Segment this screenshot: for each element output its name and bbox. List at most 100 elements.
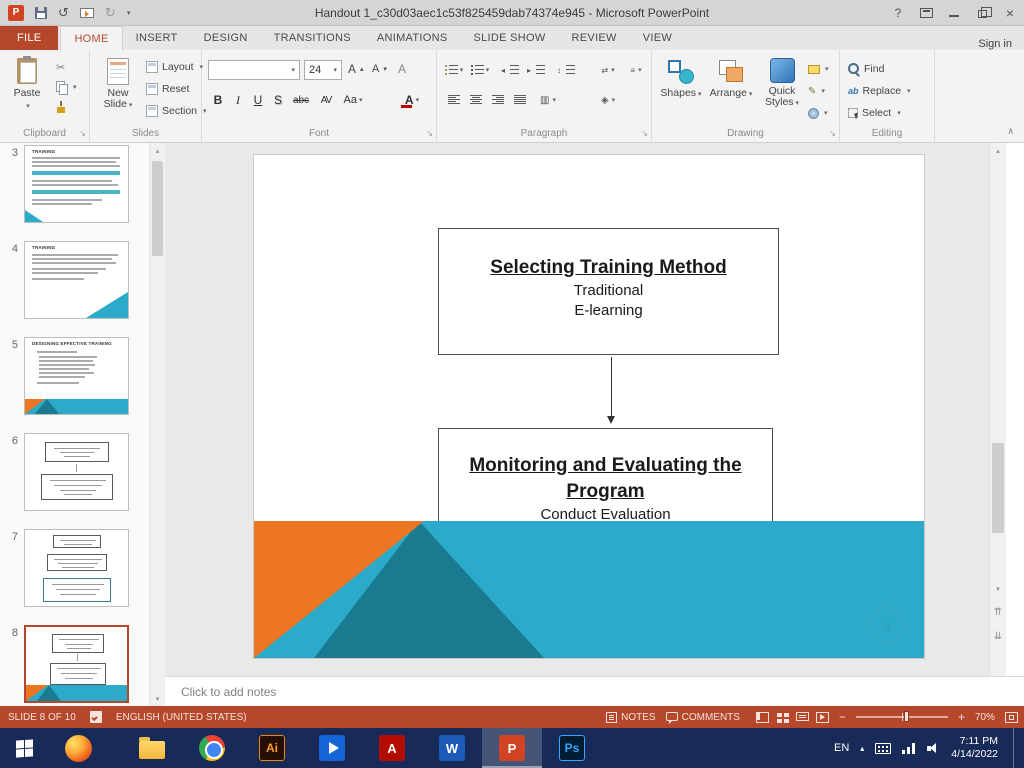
align-left-button[interactable] <box>443 91 465 109</box>
volume-icon[interactable] <box>927 742 940 754</box>
slideshow-view-icon[interactable] <box>816 712 829 723</box>
zoom-percentage[interactable]: 70% <box>975 712 995 723</box>
italic-button[interactable]: I <box>228 90 248 110</box>
show-desktop-button[interactable] <box>1013 728 1018 768</box>
shape-outline-button[interactable]: ✎▾ <box>808 82 838 100</box>
restore-button[interactable] <box>968 0 996 25</box>
tab-view[interactable]: VIEW <box>630 26 685 50</box>
taskbar-illustrator-button[interactable]: Ai <box>242 728 302 768</box>
taskbar-word-button[interactable]: W <box>422 728 482 768</box>
zoom-slider[interactable] <box>856 716 948 718</box>
tab-review[interactable]: REVIEW <box>559 26 630 50</box>
paragraph-dialog-launcher-icon[interactable]: ↘ <box>641 129 648 138</box>
help-button[interactable]: ? <box>884 0 912 25</box>
grow-font-button[interactable]: A▴ <box>348 60 364 78</box>
clear-formatting-button[interactable]: A <box>398 60 406 78</box>
redo-icon[interactable]: ↻ <box>105 6 116 19</box>
change-case-button[interactable]: Aa▾ <box>340 90 366 110</box>
start-button[interactable] <box>0 728 48 768</box>
comments-toggle-button[interactable]: COMMENTS <box>666 712 740 723</box>
close-button[interactable]: × <box>996 0 1024 25</box>
tab-insert[interactable]: INSERT <box>123 26 191 50</box>
paste-button[interactable]: Paste▾ <box>4 55 50 129</box>
notes-toggle-button[interactable]: NOTES <box>606 712 655 723</box>
taskbar-powerpoint-button[interactable]: P <box>482 728 542 768</box>
slide-canvas[interactable]: Selecting Training Method Traditional E-… <box>254 155 924 658</box>
select-button[interactable]: Select▾ <box>848 104 901 122</box>
taskbar-firefox-button[interactable] <box>48 728 108 768</box>
taskbar-chrome-button[interactable] <box>182 728 242 768</box>
numbering-button[interactable]: ▾ <box>469 61 491 79</box>
character-spacing-button[interactable]: AV <box>316 90 336 110</box>
zoom-in-button[interactable]: + <box>958 711 965 723</box>
thumb-scroll-down-icon[interactable]: ▾ <box>150 691 165 706</box>
tab-slideshow[interactable]: SLIDE SHOW <box>460 26 558 50</box>
find-button[interactable]: Find <box>848 60 884 78</box>
textbox-selecting-training-method[interactable]: Selecting Training Method Traditional E-… <box>438 228 779 355</box>
slide-thumbnail-8-selected[interactable] <box>24 625 129 703</box>
spell-check-icon[interactable] <box>90 711 102 723</box>
text-direction-button[interactable]: ⇄▾ <box>597 61 619 79</box>
font-name-combobox[interactable]: ▾ <box>208 60 300 80</box>
reading-view-icon[interactable] <box>796 712 809 723</box>
slide-thumbnail-3[interactable]: TRAINING <box>24 145 129 223</box>
thumbnail-panel-scrollbar[interactable]: ▴ ▾ <box>149 143 165 706</box>
tab-file[interactable]: FILE <box>0 26 58 50</box>
font-color-button[interactable]: A▾ <box>398 90 426 110</box>
thumb-scroll-up-icon[interactable]: ▴ <box>150 143 165 158</box>
bold-button[interactable]: B <box>208 90 228 110</box>
powerpoint-app-icon[interactable]: P <box>8 5 24 21</box>
columns-button[interactable]: ▥▾ <box>537 91 559 109</box>
section-button[interactable]: Section▾ <box>146 102 207 120</box>
tab-design[interactable]: DESIGN <box>191 26 261 50</box>
tab-transitions[interactable]: TRANSITIONS <box>261 26 364 50</box>
sign-in-link[interactable]: Sign in <box>978 38 1024 50</box>
shrink-font-button[interactable]: A▾ <box>372 60 387 78</box>
justify-button[interactable] <box>509 91 531 109</box>
network-icon[interactable] <box>902 743 916 754</box>
cut-button[interactable]: ✂ <box>56 58 65 76</box>
taskbar-file-explorer-button[interactable] <box>122 728 182 768</box>
tab-animations[interactable]: ANIMATIONS <box>364 26 461 50</box>
strikethrough-button[interactable]: abc <box>288 90 314 110</box>
underline-button[interactable]: U <box>248 90 268 110</box>
convert-smartart-button[interactable]: ◈▾ <box>597 91 619 109</box>
shape-fill-button[interactable]: ▾ <box>808 60 838 78</box>
slide-thumbnail-5[interactable]: DESIGNING EFFECTIVE TRAINING <box>24 337 129 415</box>
layout-button[interactable]: Layout▾ <box>146 58 203 76</box>
replace-button[interactable]: abReplace▾ <box>848 82 911 100</box>
language-status[interactable]: ENGLISH (UNITED STATES) <box>116 712 247 723</box>
normal-view-icon[interactable] <box>756 712 769 723</box>
previous-slide-icon[interactable]: ⇈ <box>990 605 1006 620</box>
hidden-icons-chevron-icon[interactable]: ▴ <box>860 744 864 753</box>
increase-indent-button[interactable]: ▸ <box>525 61 547 79</box>
touch-keyboard-icon[interactable] <box>875 743 891 754</box>
slide-thumbnail-7[interactable] <box>24 529 129 607</box>
thumb-scrollbar-thumb[interactable] <box>152 161 163 256</box>
tab-home[interactable]: HOME <box>60 26 122 50</box>
align-right-button[interactable] <box>487 91 509 109</box>
connector-arrow-down[interactable] <box>607 357 616 425</box>
fit-slide-to-window-icon[interactable] <box>1005 712 1018 723</box>
minimize-button[interactable] <box>940 0 968 25</box>
align-center-button[interactable] <box>465 91 487 109</box>
main-vertical-scrollbar[interactable]: ▴ ▾ ⇈ ⇊ <box>989 143 1006 676</box>
line-spacing-button[interactable]: ↕ <box>555 61 577 79</box>
quick-styles-button[interactable]: Quick Styles▾ <box>758 55 806 129</box>
taskbar-photoshop-button[interactable]: Ps <box>542 728 602 768</box>
bullets-button[interactable]: ▾ <box>443 61 465 79</box>
taskbar-media-player-button[interactable] <box>302 728 362 768</box>
font-dialog-launcher-icon[interactable]: ↘ <box>426 129 433 138</box>
slide-thumbnail-6[interactable] <box>24 433 129 511</box>
slide-sorter-view-icon[interactable] <box>776 712 789 723</box>
customize-qat-chevron-icon[interactable]: ▾ <box>127 9 131 17</box>
notes-pane[interactable]: Click to add notes <box>165 676 1024 706</box>
undo-icon[interactable]: ↺ <box>58 6 69 19</box>
arrange-button[interactable]: Arrange▾ <box>708 55 754 129</box>
shape-effects-button[interactable]: ▾ <box>808 104 838 122</box>
shapes-button[interactable]: Shapes▾ <box>658 55 704 129</box>
scroll-up-icon[interactable]: ▴ <box>990 143 1006 158</box>
decrease-indent-button[interactable]: ◂ <box>499 61 521 79</box>
text-shadow-button[interactable]: S <box>268 90 288 110</box>
taskbar-clock[interactable]: 7:11 PM 4/14/2022 <box>951 735 998 761</box>
